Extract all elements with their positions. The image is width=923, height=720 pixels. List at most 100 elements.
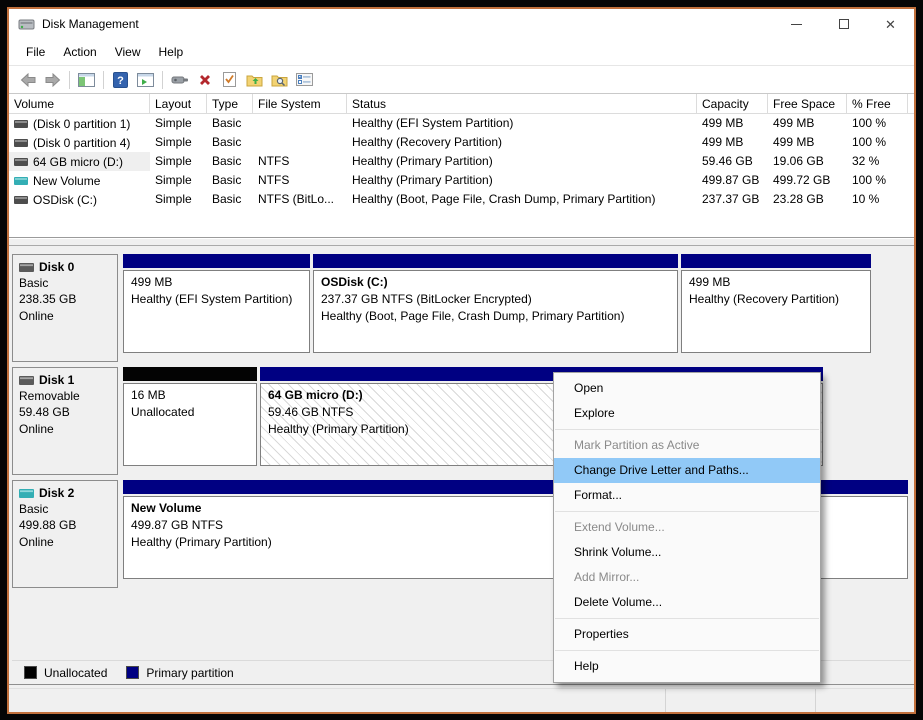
col-layout[interactable]: Layout: [150, 94, 207, 114]
disk-1-label[interactable]: Disk 1 Removable 59.48 GB Online: [12, 367, 118, 475]
cell-capacity: 59.46 GB: [697, 152, 768, 171]
menu-help[interactable]: Help: [150, 42, 193, 62]
menu-item-shrink-volume[interactable]: Shrink Volume...: [554, 540, 820, 565]
properties-list-icon: [296, 73, 313, 86]
cell-status: Healthy (EFI System Partition): [347, 114, 697, 133]
menu-item-help[interactable]: Help: [554, 654, 820, 679]
toolbar-separator: [69, 71, 70, 89]
console-tree-icon: [78, 73, 95, 87]
col-pct-free[interactable]: % Free: [847, 94, 908, 114]
volume-name: (Disk 0 partition 1): [33, 117, 130, 131]
partition-recovery[interactable]: 499 MB Healthy (Recovery Partition): [681, 254, 871, 362]
cell-fs: NTFS: [253, 152, 347, 171]
volume-name-cell: OSDisk (C:): [9, 190, 150, 209]
col-volume[interactable]: Volume: [9, 94, 150, 114]
menu-action[interactable]: Action: [54, 42, 105, 62]
volume-name: OSDisk (C:): [33, 193, 97, 207]
forward-icon: [45, 73, 61, 87]
cell-pct-free: 32 %: [847, 152, 908, 171]
cell-layout: Simple: [150, 171, 207, 190]
back-button[interactable]: [15, 68, 40, 91]
close-icon: ✕: [885, 18, 896, 31]
partition-efi[interactable]: 499 MB Healthy (EFI System Partition): [123, 254, 310, 362]
disk-kind: Basic: [19, 275, 111, 291]
partition-unallocated[interactable]: 16 MB Unallocated: [123, 367, 257, 475]
cell-pct-free: 100 %: [847, 133, 908, 152]
disk-kind: Removable: [19, 388, 111, 404]
maximize-button[interactable]: [820, 9, 867, 39]
cell-type: Basic: [207, 133, 253, 152]
close-button[interactable]: ✕: [867, 9, 914, 39]
device-properties-icon: [171, 74, 189, 86]
volume-name: 64 GB micro (D:): [33, 155, 123, 169]
menu-item-properties[interactable]: Properties: [554, 622, 820, 647]
menu-item-change-drive-letter[interactable]: Change Drive Letter and Paths...: [554, 458, 820, 483]
forward-button[interactable]: [40, 68, 65, 91]
col-type[interactable]: Type: [207, 94, 253, 114]
cell-type: Basic: [207, 171, 253, 190]
cell-status: Healthy (Recovery Partition): [347, 133, 697, 152]
window-controls: ✕: [773, 9, 914, 39]
primary-partition-bar: [681, 254, 871, 268]
volume-icon: [14, 158, 28, 166]
device-properties-button[interactable]: [167, 68, 192, 91]
properties-list-button[interactable]: [292, 68, 317, 91]
disk-0-partitions: 499 MB Healthy (EFI System Partition) OS…: [120, 254, 911, 362]
disk-2-label[interactable]: Disk 2 Basic 499.88 GB Online: [12, 480, 118, 588]
delete-volume-button[interactable]: [192, 68, 217, 91]
explore-folder-button[interactable]: [267, 68, 292, 91]
toolbar-separator: [162, 71, 163, 89]
col-status[interactable]: Status: [347, 94, 697, 114]
menu-item-open[interactable]: Open: [554, 376, 820, 401]
table-row[interactable]: (Disk 0 partition 4) Simple Basic Health…: [9, 133, 914, 152]
col-capacity[interactable]: Capacity: [697, 94, 768, 114]
volume-icon: [14, 196, 28, 204]
validate-document-button[interactable]: [217, 68, 242, 91]
primary-partition-bar: [123, 254, 310, 268]
menu-file[interactable]: File: [17, 42, 54, 62]
col-file-system[interactable]: File System: [253, 94, 347, 114]
open-folder-up-icon: [246, 73, 263, 87]
cell-free: 499.72 GB: [768, 171, 847, 190]
minimize-button[interactable]: [773, 9, 820, 39]
legend-swatch-unallocated: [24, 666, 37, 679]
cell-type: Basic: [207, 190, 253, 209]
disk-name: Disk 2: [39, 485, 74, 501]
disk-name: Disk 0: [39, 259, 74, 275]
svg-text:?: ?: [117, 75, 124, 87]
table-row-selected[interactable]: 64 GB micro (D:) Simple Basic NTFS Healt…: [9, 152, 914, 171]
disk-icon: [19, 376, 34, 385]
menu-item-delete-volume[interactable]: Delete Volume...: [554, 590, 820, 615]
partition-body: 499 MB Healthy (EFI System Partition): [123, 270, 310, 353]
table-row[interactable]: OSDisk (C:) Simple Basic NTFS (BitLo... …: [9, 190, 914, 209]
console-tree-button[interactable]: [74, 68, 99, 91]
cell-status: Healthy (Boot, Page File, Crash Dump, Pr…: [347, 190, 697, 209]
cell-pct-free: 100 %: [847, 171, 908, 190]
cell-layout: Simple: [150, 133, 207, 152]
col-free-space[interactable]: Free Space: [768, 94, 847, 114]
unallocated-bar: [123, 367, 257, 381]
cell-layout: Simple: [150, 114, 207, 133]
disk-size: 59.48 GB: [19, 404, 111, 420]
statusbar-segment: [9, 689, 666, 712]
menu-item-format[interactable]: Format...: [554, 483, 820, 508]
action-pane-button[interactable]: [133, 68, 158, 91]
partition-osdisk-c[interactable]: OSDisk (C:) 237.37 GB NTFS (BitLocker En…: [313, 254, 678, 362]
volume-name-cell: 64 GB micro (D:): [9, 152, 150, 171]
back-icon: [20, 73, 36, 87]
menu-view[interactable]: View: [106, 42, 150, 62]
volume-list-body: (Disk 0 partition 1) Simple Basic Health…: [9, 114, 914, 209]
pane-splitter[interactable]: [9, 238, 914, 246]
menu-item-explore[interactable]: Explore: [554, 401, 820, 426]
table-row[interactable]: (Disk 0 partition 1) Simple Basic Health…: [9, 114, 914, 133]
disk-0-label[interactable]: Disk 0 Basic 238.35 GB Online: [12, 254, 118, 362]
partition-context-menu: Open Explore Mark Partition as Active Ch…: [553, 372, 821, 683]
table-row[interactable]: New Volume Simple Basic NTFS Healthy (Pr…: [9, 171, 914, 190]
cell-capacity: 237.37 GB: [697, 190, 768, 209]
cell-status: Healthy (Primary Partition): [347, 171, 697, 190]
help-button[interactable]: ?: [108, 68, 133, 91]
open-folder-button[interactable]: [242, 68, 267, 91]
volume-icon: [14, 139, 28, 147]
cell-free: 23.28 GB: [768, 190, 847, 209]
cell-type: Basic: [207, 114, 253, 133]
